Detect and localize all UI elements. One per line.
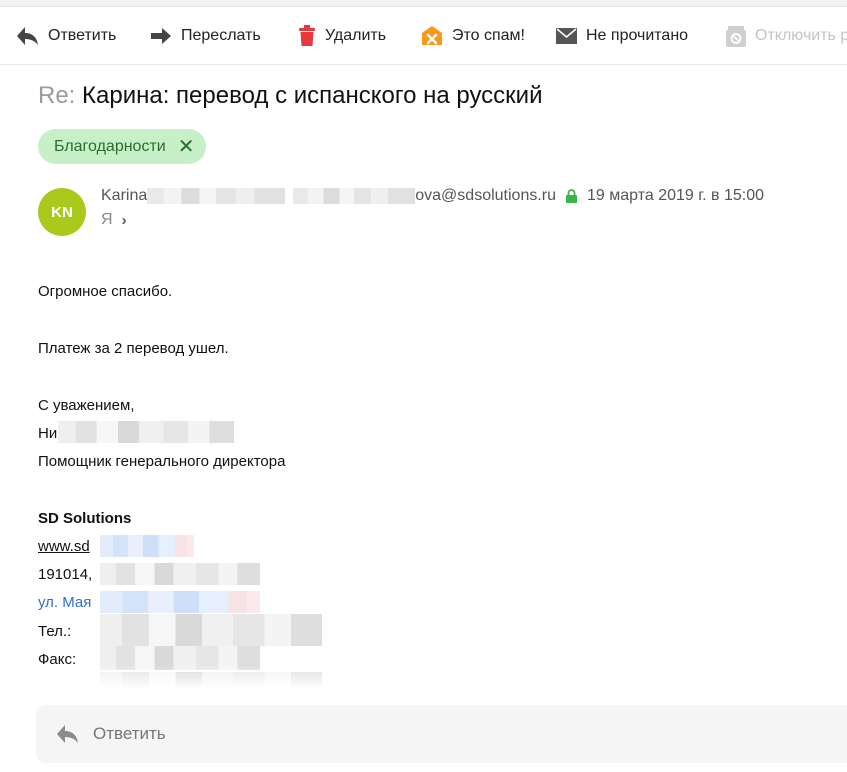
toolbar: Ответить Переслать Удалить Это спам! Не …	[0, 7, 847, 65]
sender-line: Karina ova@sdsolutions.ru 19 марта 2019 …	[101, 185, 764, 207]
envelope-icon	[556, 28, 577, 44]
body-line-thanks: Огромное спасибо.	[38, 283, 173, 300]
avatar[interactable]: KN	[38, 188, 86, 236]
subject-prefix: Re:	[38, 82, 76, 109]
unread-label: Не прочитано	[586, 27, 689, 44]
close-icon[interactable]: ✕	[178, 137, 195, 157]
signature-address: 191014,	[38, 566, 93, 583]
redacted-email-start	[293, 188, 416, 204]
redacted-name	[58, 421, 234, 443]
sender-email[interactable]: ova@sdsolutions.ru	[415, 187, 556, 205]
forward-button[interactable]: Переслать	[150, 7, 261, 65]
disable-icon	[726, 25, 746, 47]
quick-reply-label: Ответить	[93, 724, 166, 743]
spam-button[interactable]: Это спам!	[421, 7, 525, 65]
redacted-phone	[100, 614, 322, 646]
top-strip	[0, 0, 847, 7]
label-text: Благодарности	[54, 137, 166, 155]
label-chip[interactable]: Благодарности ✕	[38, 129, 207, 164]
recipient-line[interactable]: Я ›	[101, 211, 127, 229]
reply-arrow-icon	[57, 725, 78, 743]
redacted-sender-name	[147, 188, 286, 204]
body-line-regards: С уважением,	[38, 397, 135, 414]
redacted-website	[100, 535, 194, 557]
message-date: 19 марта 2019 г. в 15:00	[587, 187, 764, 204]
disable-label: Отключить р	[755, 27, 847, 44]
lock-icon	[566, 189, 578, 203]
quick-reply-bar[interactable]: Ответить	[36, 705, 847, 763]
signature-name: Ни	[38, 425, 58, 442]
signature-phone-label: Тел.:	[38, 623, 72, 640]
recipient: Я	[101, 211, 113, 228]
message-subject: Re: Карина: перевод с испанского на русс…	[38, 82, 542, 110]
redacted-address	[100, 563, 260, 585]
delete-label: Удалить	[325, 27, 387, 44]
delete-button[interactable]: Удалить	[298, 7, 386, 65]
signature-website-link[interactable]: www.sd	[38, 537, 90, 557]
signature-position: Помощник генерального директора	[38, 453, 286, 470]
reply-label: Ответить	[48, 27, 117, 44]
mark-unread-button[interactable]: Не прочитано	[556, 7, 688, 65]
sender-name[interactable]: Karina	[101, 187, 147, 205]
body-line-payment: Платеж за 2 перевод ушел.	[38, 340, 229, 357]
content-fade	[0, 665, 847, 689]
spam-label: Это спам!	[452, 27, 525, 44]
forward-arrow-icon	[151, 28, 171, 44]
disable-button[interactable]: Отключить р	[726, 7, 847, 65]
subject-text: Карина: перевод с испанского на русский	[82, 82, 543, 109]
redacted-street	[100, 591, 260, 613]
chevron-right-icon: ›	[121, 211, 127, 229]
signature-company: SD Solutions	[38, 510, 132, 527]
reply-button[interactable]: Ответить	[16, 7, 116, 65]
signature-street-link[interactable]: ул. Мая	[38, 593, 91, 613]
forward-label: Переслать	[181, 27, 261, 44]
reply-arrow-icon	[17, 27, 38, 45]
trash-icon	[299, 25, 315, 46]
spam-icon	[422, 26, 442, 45]
